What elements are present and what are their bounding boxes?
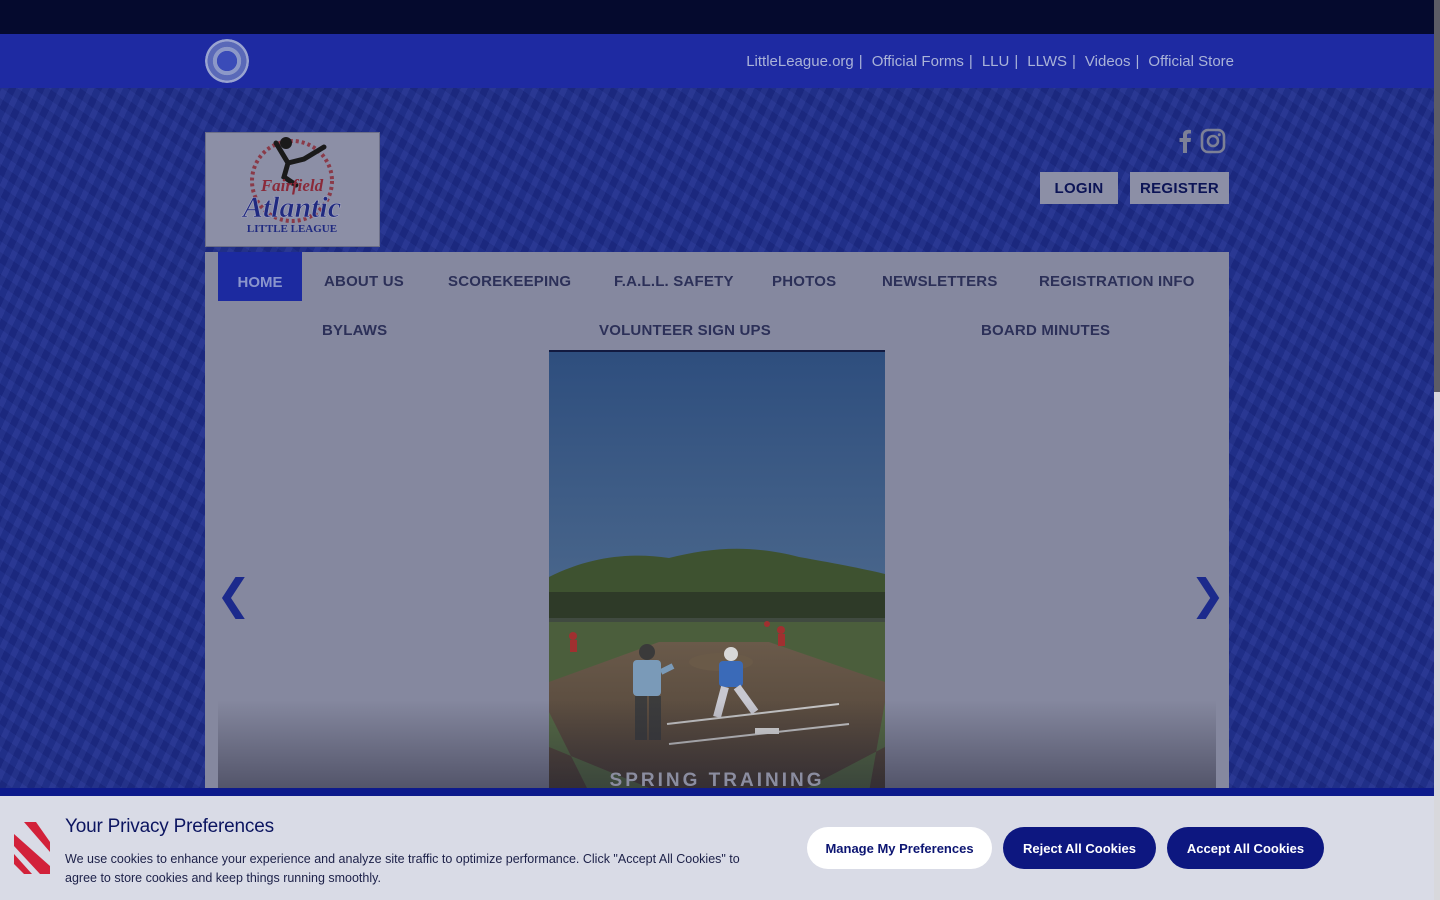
separator: | bbox=[968, 52, 973, 70]
nav-registration-info[interactable]: REGISTRATION INFO bbox=[1039, 273, 1195, 290]
nav-about-us[interactable]: ABOUT US bbox=[324, 273, 404, 290]
nav-newsletters[interactable]: NEWSLETTERS bbox=[882, 273, 998, 290]
league-logo-graphic: Fairfield Atlantic LITTLE LEAGUE bbox=[241, 137, 341, 235]
utility-nav: LittleLeague.org | Official Forms | LLU | L… bbox=[746, 34, 1234, 88]
little-league-seal-icon[interactable] bbox=[205, 39, 249, 83]
login-button[interactable]: LOGIN bbox=[1040, 172, 1118, 204]
nav-home[interactable]: HOME bbox=[218, 252, 302, 301]
facebook-icon[interactable] bbox=[1178, 129, 1192, 153]
nav-bylaws[interactable]: BYLAWS bbox=[322, 322, 387, 339]
separator: | bbox=[1135, 52, 1140, 70]
privacy-brand-icon bbox=[14, 822, 50, 874]
instagram-icon[interactable] bbox=[1200, 128, 1226, 154]
util-link-official-store[interactable]: Official Store bbox=[1148, 53, 1234, 70]
scrollbar-thumb[interactable] bbox=[1434, 0, 1440, 392]
slide-next-arrow[interactable]: ❯ bbox=[1190, 570, 1225, 619]
nav-scorekeeping[interactable]: SCOREKEEPING bbox=[448, 273, 571, 290]
separator: | bbox=[1072, 52, 1076, 70]
accept-cookies-button[interactable]: Accept All Cookies bbox=[1167, 827, 1324, 869]
util-link-official-forms[interactable]: Official Forms bbox=[872, 53, 964, 70]
separator: | bbox=[858, 52, 863, 70]
nav-photos[interactable]: PHOTOS bbox=[772, 273, 836, 290]
nav-board-minutes[interactable]: BOARD MINUTES bbox=[981, 322, 1110, 339]
cookie-description: We use cookies to enhance your experienc… bbox=[65, 852, 740, 885]
util-link-videos[interactable]: Videos bbox=[1085, 53, 1131, 70]
slide-prev-arrow[interactable]: ❮ bbox=[216, 570, 251, 619]
util-link-llws[interactable]: LLWS bbox=[1027, 53, 1067, 70]
manage-preferences-button[interactable]: Manage My Preferences bbox=[807, 827, 992, 869]
separator: | bbox=[1014, 52, 1019, 70]
util-link-littleleague[interactable]: LittleLeague.org bbox=[746, 53, 854, 70]
social-links bbox=[1178, 128, 1226, 154]
nav-volunteer-sign-ups[interactable]: VOLUNTEER SIGN UPS bbox=[599, 322, 771, 339]
logo-text-little-league: LITTLE LEAGUE bbox=[247, 223, 337, 235]
top-bar bbox=[0, 0, 1434, 34]
cookie-title: Your Privacy Preferences bbox=[65, 816, 274, 837]
logo-text-atlantic: Atlantic bbox=[241, 191, 341, 224]
reject-cookies-button[interactable]: Reject All Cookies bbox=[1003, 827, 1156, 869]
nav-fall-safety[interactable]: F.A.L.L. SAFETY bbox=[614, 273, 734, 290]
league-logo[interactable]: Fairfield Atlantic LITTLE LEAGUE bbox=[205, 132, 380, 247]
register-button[interactable]: REGISTER bbox=[1130, 172, 1229, 204]
util-link-llu[interactable]: LLU bbox=[982, 53, 1010, 70]
